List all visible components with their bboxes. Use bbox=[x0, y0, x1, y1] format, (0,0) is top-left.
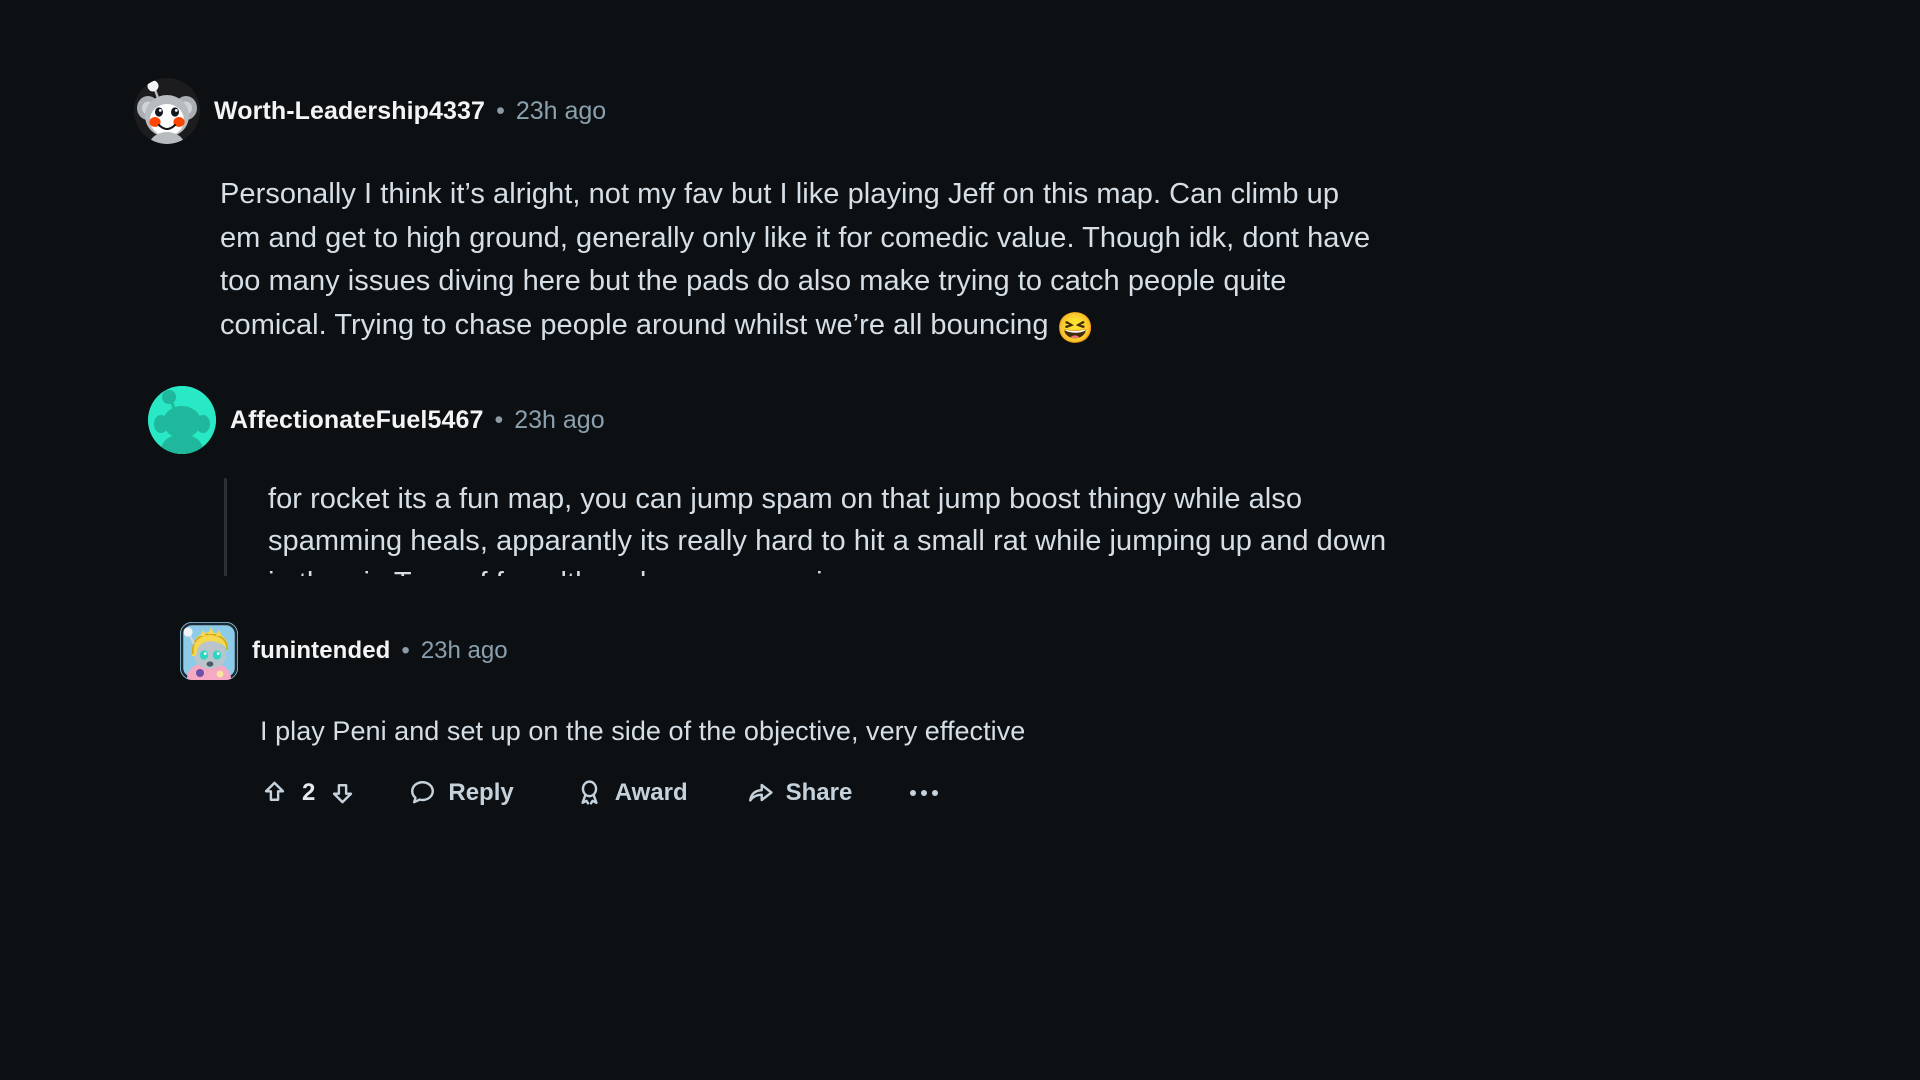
reply-button[interactable]: Reply bbox=[408, 778, 514, 807]
award-button[interactable]: Award bbox=[575, 778, 688, 807]
author-line: funintended • 23h ago bbox=[252, 637, 508, 665]
share-label: Share bbox=[785, 778, 853, 806]
dot bbox=[910, 789, 917, 796]
meta-separator: • bbox=[496, 96, 505, 125]
comment-text: Personally I think it’s alright, not my … bbox=[220, 178, 1371, 341]
dot bbox=[932, 789, 939, 796]
snoo-collectible-avatar[interactable] bbox=[180, 622, 238, 680]
comment-body-clipped: for rocket its a fun map, you can jump s… bbox=[182, 478, 1848, 576]
dot bbox=[921, 789, 928, 796]
comment-timestamp: 23h ago bbox=[515, 96, 607, 125]
comment-item: AffectionateFuel5467 • 23h ago for rocke… bbox=[148, 386, 1848, 576]
comment-action-bar: 2 Reply Award Share bbox=[260, 778, 1880, 807]
comment-author[interactable]: funintended bbox=[252, 637, 390, 665]
comment-header: AffectionateFuel5467 • 23h ago bbox=[148, 386, 1848, 454]
comment-thread-page: Worth-Leadership4337 • 23h ago Personall… bbox=[0, 0, 1920, 1080]
reply-label: Reply bbox=[448, 778, 514, 806]
thread-collapse-line[interactable] bbox=[224, 478, 227, 576]
comment-header: Worth-Leadership4337 • 23h ago bbox=[134, 78, 1834, 144]
meta-separator: • bbox=[494, 405, 504, 434]
comment-header: funintended • 23h ago bbox=[180, 622, 1880, 680]
vote-group: 2 bbox=[260, 778, 357, 807]
author-line: AffectionateFuel5467 • 23h ago bbox=[230, 406, 605, 435]
comment-timestamp: 23h ago bbox=[420, 637, 508, 664]
snoo-koala-avatar[interactable] bbox=[134, 78, 200, 144]
snoo-teal-avatar[interactable] bbox=[148, 386, 216, 454]
comment-body: I play Peni and set up on the side of th… bbox=[260, 716, 1026, 746]
comment-timestamp: 23h ago bbox=[514, 405, 605, 434]
share-arrow-icon bbox=[746, 778, 775, 807]
comment-item: Worth-Leadership4337 • 23h ago Personall… bbox=[134, 78, 1834, 350]
comment-author[interactable]: Worth-Leadership4337 bbox=[214, 97, 485, 126]
laughing-emoji: 😆 bbox=[1056, 311, 1095, 345]
more-options-icon[interactable] bbox=[908, 784, 940, 802]
award-ribbon-icon bbox=[575, 778, 604, 807]
comment-bubble-icon bbox=[408, 778, 437, 807]
comment-body: Personally I think it’s alright, not my … bbox=[220, 173, 1380, 350]
meta-separator: • bbox=[401, 637, 410, 664]
vote-count: 2 bbox=[302, 778, 316, 806]
comment-body: for rocket its a fun map, you can jump s… bbox=[268, 483, 1387, 576]
comment-item: funintended • 23h ago I play Peni and se… bbox=[180, 622, 1880, 807]
downvote-arrow-icon[interactable] bbox=[328, 778, 357, 807]
share-button[interactable]: Share bbox=[746, 778, 853, 807]
comment-author[interactable]: AffectionateFuel5467 bbox=[230, 406, 483, 435]
author-line: Worth-Leadership4337 • 23h ago bbox=[214, 97, 606, 126]
award-label: Award bbox=[614, 778, 688, 806]
upvote-arrow-icon[interactable] bbox=[260, 778, 289, 807]
